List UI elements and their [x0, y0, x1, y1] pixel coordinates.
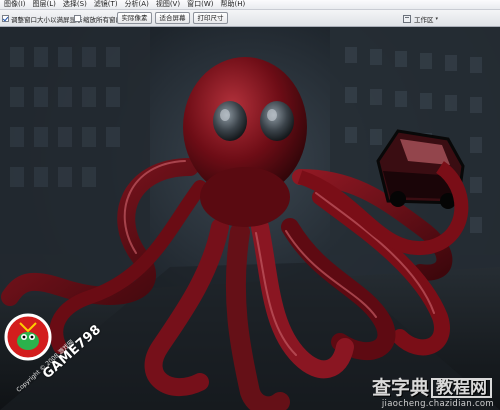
menu-image[interactable]: 图像(I): [4, 0, 26, 9]
zoom-all-windows-checkbox[interactable]: [74, 15, 81, 22]
resize-windows-option[interactable]: 调整窗口大小以满屏显示: [2, 13, 83, 24]
chazidian-watermark: 查字典 教程网: [372, 378, 494, 398]
menu-analysis[interactable]: 分析(A): [125, 0, 149, 9]
document-canvas[interactable]: GAME798 Copyright © 2008 游戏网: [0, 27, 500, 410]
workspace-icon[interactable]: [402, 14, 411, 23]
menu-view[interactable]: 视图(V): [156, 0, 180, 9]
watermark-box: 教程网: [431, 378, 492, 398]
menu-select[interactable]: 选择(S): [63, 0, 87, 9]
resize-windows-checkbox[interactable]: [2, 15, 9, 22]
options-bar: 调整窗口大小以满屏显示 缩放所有窗口 实际像素 适合屏幕 打印尺寸 工作区 ▾: [0, 10, 500, 27]
menu-layer[interactable]: 图层(L): [33, 0, 56, 9]
watermark-part1: 查字典: [371, 377, 429, 399]
workspace-switcher[interactable]: 工作区 ▾: [402, 13, 438, 24]
photoshop-window: 图像(I) 图层(L) 选择(S) 滤镜(T) 分析(A) 视图(V) 窗口(W…: [0, 0, 500, 410]
menu-help[interactable]: 帮助(H): [220, 0, 245, 9]
chevron-down-icon[interactable]: ▾: [435, 16, 438, 22]
resize-windows-label: 调整窗口大小以满屏显示: [11, 15, 83, 24]
watermark-url: jiaocheng.chazidian.com: [381, 399, 494, 409]
print-size-button[interactable]: 打印尺寸: [193, 12, 228, 24]
fit-screen-button[interactable]: 适合屏幕: [155, 12, 190, 24]
zoom-all-windows-option[interactable]: 缩放所有窗口: [74, 13, 122, 24]
watermark-part2: 教程网: [436, 378, 487, 398]
menu-filter[interactable]: 滤镜(T): [94, 0, 118, 9]
menu-bar: 图像(I) 图层(L) 选择(S) 滤镜(T) 分析(A) 视图(V) 窗口(W…: [0, 0, 500, 10]
workspace-label[interactable]: 工作区: [414, 14, 434, 24]
menu-window[interactable]: 窗口(W): [187, 0, 213, 9]
actual-pixels-button[interactable]: 实际像素: [117, 12, 152, 24]
